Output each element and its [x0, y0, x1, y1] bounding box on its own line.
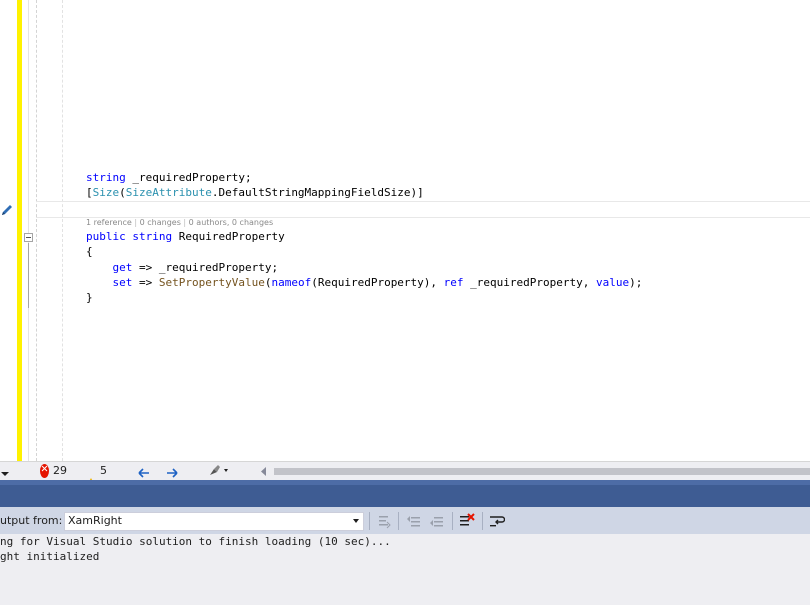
code-line-attribute[interactable]: [Size(SizeAttribute.DefaultStringMapping…: [86, 185, 424, 200]
current-line-highlight: [36, 201, 810, 218]
code-text: RequiredProperty: [172, 230, 285, 243]
toolbar-separator: [452, 512, 453, 530]
codelens-references[interactable]: 1 reference: [86, 218, 132, 227]
code-text: (RequiredProperty),: [311, 276, 444, 289]
show-output-from-label: utput from:: [0, 514, 63, 527]
editor-status-bar: 29 5: [0, 461, 810, 487]
header-accent: [0, 480, 810, 485]
navigate-back-arrow-icon[interactable]: [138, 466, 150, 480]
keyword: string: [132, 230, 173, 243]
chevron-down-icon: [353, 519, 359, 523]
keyword: public: [86, 230, 126, 243]
previous-message-icon[interactable]: [406, 513, 422, 529]
code-text: => _requiredProperty;: [132, 261, 279, 274]
scrollbar-thumb[interactable]: [274, 468, 810, 475]
code-text: _requiredProperty;: [125, 171, 252, 184]
quick-action-pen-icon[interactable]: [0, 203, 14, 217]
code-line-property-decl[interactable]: public string RequiredProperty: [86, 229, 285, 244]
output-line: ght initialized: [0, 550, 100, 563]
toolbar-separator: [369, 512, 370, 530]
codelens-separator: |: [180, 218, 189, 227]
code-editor[interactable]: string _requiredProperty; [Size(SizeAttr…: [0, 0, 810, 461]
quick-actions-brush-icon[interactable]: [208, 464, 232, 478]
keyword: get: [112, 261, 133, 274]
clear-all-icon[interactable]: [459, 513, 475, 529]
code-text: (: [119, 186, 126, 199]
output-tool-window-header[interactable]: [0, 480, 810, 507]
horizontal-scrollbar[interactable]: [260, 466, 810, 476]
type-name: Size: [92, 186, 120, 199]
outlining-margin: [28, 0, 29, 461]
code-line-close-brace[interactable]: }: [86, 290, 93, 305]
output-source-value: XamRight: [68, 514, 122, 527]
keyword: string: [86, 171, 126, 184]
codelens-separator: |: [131, 218, 140, 227]
indent-guide: [62, 0, 64, 461]
navigate-forward-arrow-icon[interactable]: [166, 466, 178, 480]
code-text: );: [629, 276, 643, 289]
find-message-in-code-icon[interactable]: [376, 513, 392, 529]
code-line-setter[interactable]: set => SetPropertyValue(nameof(RequiredP…: [86, 275, 643, 290]
outline-region-line: [28, 243, 29, 308]
method-name: SetPropertyValue: [158, 276, 265, 289]
type-name: SizeAttribute: [125, 186, 212, 199]
code-text: =>: [132, 276, 159, 289]
code-text: .DefaultStringMappingFieldSize: [211, 186, 411, 199]
gutter-divider: [36, 0, 38, 461]
scroll-left-arrow-icon[interactable]: [260, 467, 268, 476]
code-text: _requiredProperty,: [463, 276, 596, 289]
toolbar-separator: [398, 512, 399, 530]
zoom-dropdown-chevron-down-icon[interactable]: [0, 467, 10, 481]
code-line-getter[interactable]: get => _requiredProperty;: [86, 260, 279, 275]
toolbar-separator: [482, 512, 483, 530]
error-count[interactable]: 29: [53, 464, 67, 478]
code-line-open-brace[interactable]: {: [86, 244, 93, 259]
keyword: nameof: [271, 276, 312, 289]
error-icon: [40, 464, 49, 478]
output-line: ng for Visual Studio solution to finish …: [0, 535, 391, 548]
keyword: set: [112, 276, 133, 289]
change-marker-bar: [17, 0, 22, 461]
output-toolbar: utput from: XamRight: [0, 507, 810, 535]
codelens-authors[interactable]: 0 authors, 0 changes: [189, 218, 274, 227]
output-source-select[interactable]: XamRight: [64, 512, 364, 531]
codelens: 1 reference | 0 changes | 0 authors, 0 c…: [86, 218, 273, 227]
next-message-icon[interactable]: [429, 513, 445, 529]
code-text: [: [86, 186, 93, 199]
code-text: {: [86, 245, 93, 258]
code-text: }: [86, 291, 93, 304]
codelens-changes[interactable]: 0 changes: [140, 218, 181, 227]
code-text: )]: [410, 186, 424, 199]
keyword: ref: [443, 276, 464, 289]
output-pane[interactable]: ng for Visual Studio solution to finish …: [0, 534, 810, 605]
code-line-field[interactable]: string _requiredProperty;: [86, 170, 252, 185]
keyword: value: [596, 276, 630, 289]
warning-count[interactable]: 5: [100, 464, 107, 478]
collapse-toggle[interactable]: [24, 233, 33, 242]
toggle-word-wrap-icon[interactable]: [489, 513, 505, 529]
